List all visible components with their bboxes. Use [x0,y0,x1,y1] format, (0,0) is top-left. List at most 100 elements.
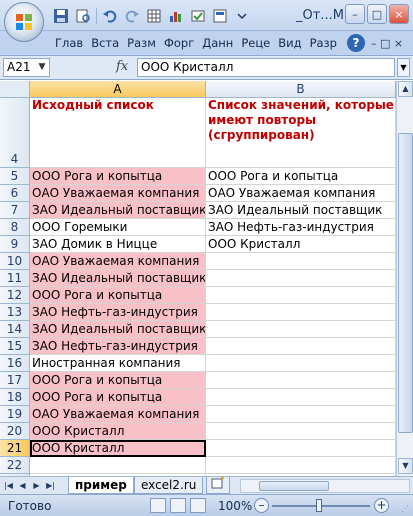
insert-sheet-icon[interactable] [206,476,230,494]
insert-function-icon[interactable]: fx [116,59,128,74]
cell-a[interactable]: Иностранная компания [30,355,206,372]
tab-insert[interactable]: Вста [87,36,123,50]
vertical-scrollbar[interactable]: ▲ ▼ [396,81,413,476]
cell-b[interactable]: ЗАО Идеальный поставщик [206,202,396,219]
tab-home[interactable]: Глав [51,36,87,50]
tab-page-layout[interactable]: Разм [123,36,160,50]
cell-b[interactable] [206,355,396,372]
customize-toolbar-icon[interactable] [233,7,251,25]
cell-b[interactable] [206,253,396,270]
cell-a[interactable]: ООО Кристалл [30,440,206,457]
normal-view-icon[interactable] [150,498,166,513]
sheet-tab-primer[interactable]: пример [68,477,134,494]
select-all-corner[interactable] [0,81,30,98]
row-header[interactable]: 21 [0,440,30,457]
row-header[interactable]: 5 [0,168,30,185]
zoom-in-icon[interactable]: + [374,498,389,513]
scroll-down-icon[interactable]: ▼ [398,458,413,474]
cell-a[interactable]: ООО Рога и копытца [30,168,206,185]
tab-review[interactable]: Реце [237,36,274,50]
row-header[interactable]: 18 [0,389,30,406]
cell-b[interactable] [206,321,396,338]
cell-a[interactable]: ООО Кристалл [30,423,206,440]
cell-a[interactable]: Исходный список [30,98,206,168]
resize-grip-icon[interactable]: ⋰ [401,504,411,514]
workbook-window-controls[interactable]: – □ × [371,37,403,50]
horizontal-scrollbar[interactable] [240,479,410,493]
row-header[interactable]: 7 [0,202,30,219]
expand-formula-bar-icon[interactable]: ▼ [397,58,410,77]
chart-icon[interactable] [167,7,185,25]
tab-formulas[interactable]: Форг [160,36,198,50]
cell-b[interactable] [206,372,396,389]
row-header[interactable]: 22 [0,457,30,474]
cell-b[interactable] [206,457,396,474]
zoom-level[interactable]: 100% [218,499,252,513]
cell-a[interactable]: ЗАО Нефть-газ-индустрия [30,304,206,321]
format-icon[interactable] [145,7,163,25]
cell-b[interactable] [206,440,396,457]
cell-b[interactable] [206,406,396,423]
cell-b[interactable] [206,304,396,321]
row-header[interactable]: 6 [0,185,30,202]
row-header[interactable]: 4 [0,98,30,168]
cell-b[interactable]: ООО Рога и копытца [206,168,396,185]
cell-a[interactable]: ЗАО Идеальный поставщик [30,270,206,287]
cell-a[interactable]: ООО Рога и копытца [30,372,206,389]
row-header[interactable]: 8 [0,219,30,236]
zoom-out-icon[interactable]: – [254,498,269,513]
tab-view[interactable]: Вид [274,36,305,50]
tab-developer[interactable]: Разр [306,36,341,50]
row-header[interactable]: 17 [0,372,30,389]
scroll-up-icon[interactable]: ▲ [398,81,413,97]
undo-icon[interactable] [101,7,119,25]
cell-a[interactable]: ООО Рога и копытца [30,287,206,304]
scroll-thumb[interactable] [398,133,413,433]
horizontal-scroll-thumb[interactable] [259,481,329,491]
cell-b[interactable]: Список значений, которые имеют повторы (… [206,98,396,168]
last-sheet-icon[interactable]: ▶| [44,479,57,492]
cell-b[interactable] [206,389,396,406]
page-layout-view-icon[interactable] [170,498,186,513]
tab-data[interactable]: Данн [198,36,237,50]
row-header[interactable]: 16 [0,355,30,372]
print-preview-icon[interactable] [74,7,92,25]
cell-a[interactable]: ООО Горемыки [30,219,206,236]
maximize-button[interactable]: □ [367,4,387,24]
cell-b[interactable] [206,287,396,304]
cell-a[interactable] [30,457,206,474]
row-header[interactable]: 14 [0,321,30,338]
zoom-slider-thumb[interactable] [316,499,322,512]
cell-b[interactable] [206,423,396,440]
row-header[interactable]: 20 [0,423,30,440]
cell-b[interactable] [206,338,396,355]
help-icon[interactable]: ? [346,34,365,52]
row-header[interactable]: 12 [0,287,30,304]
spelling-icon[interactable] [189,7,207,25]
row-header[interactable]: 11 [0,270,30,287]
cell-b[interactable]: ОАО Уважаемая компания [206,185,396,202]
row-header[interactable]: 10 [0,253,30,270]
cell-a[interactable]: ЗАО Нефть-газ-индустрия [30,338,206,355]
row-header[interactable]: 15 [0,338,30,355]
cell-a[interactable]: ОАО Уважаемая компания [30,406,206,423]
sheet-tab-excel2[interactable]: excel2.ru [134,477,204,494]
row-header[interactable]: 9 [0,236,30,253]
redo-icon[interactable] [123,7,141,25]
column-header-b[interactable]: B [206,81,396,98]
formula-input[interactable]: ООО Кристалл [137,58,395,77]
cell-a[interactable]: ОАО Уважаемая компания [30,185,206,202]
cell-a[interactable]: ОАО Уважаемая компания [30,253,206,270]
office-button[interactable] [4,2,44,42]
cell-a[interactable]: ЗАО Домик в Ницце [30,236,206,253]
column-header-a[interactable]: A [30,81,206,98]
chevron-down-icon[interactable]: ▼ [36,58,48,77]
row-header[interactable]: 13 [0,304,30,321]
cell-a[interactable]: ЗАО Идеальный поставщик [30,321,206,338]
prev-sheet-icon[interactable]: ◀ [16,479,29,492]
first-sheet-icon[interactable]: |◀ [2,479,15,492]
cell-b[interactable]: ЗАО Нефть-газ-индустрия [206,219,396,236]
minimize-button[interactable]: – [345,4,365,24]
cell-a[interactable]: ООО Рога и копытца [30,389,206,406]
cell-a[interactable]: ЗАО Идеальный поставщик [30,202,206,219]
